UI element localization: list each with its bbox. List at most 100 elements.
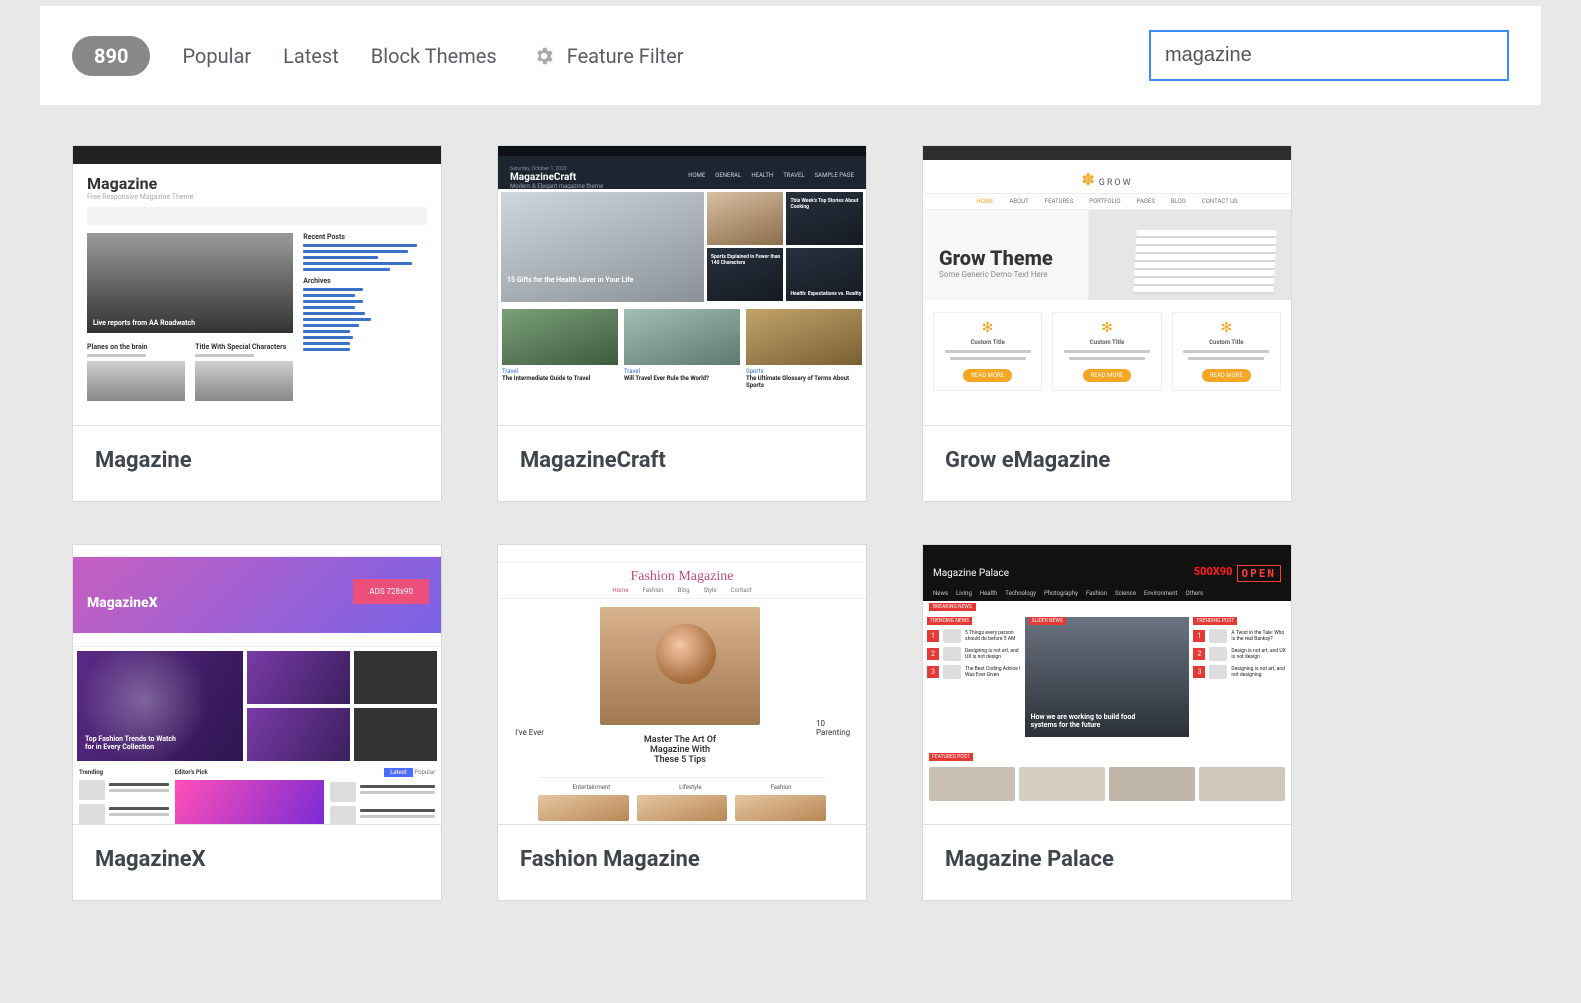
preview-hero-title: How we are working to build food systems…: [1031, 713, 1146, 729]
preview-sidebar-heading: Recent Posts: [303, 233, 427, 241]
preview-sidebar-heading: Archives: [303, 277, 427, 285]
preview-side-caption: 10 Parenting: [812, 719, 866, 765]
preview-ad: 500X90 OPEN: [1194, 565, 1281, 582]
theme-name: Grow eMagazine: [923, 426, 1291, 501]
preview-category: Fashion: [770, 784, 791, 791]
preview-category: Entertainment: [572, 784, 610, 791]
preview-menu-item: Blog: [678, 587, 690, 594]
preview-post-title: Designing is not art, and not designing: [1231, 666, 1287, 678]
feature-filter-button[interactable]: Feature Filter: [567, 44, 684, 68]
tab-latest[interactable]: Latest: [283, 44, 339, 68]
preview-menu-item: CONTACT US: [1202, 198, 1238, 205]
preview-button: READ MORE: [1083, 369, 1132, 382]
theme-thumbnail: Fashion Magazine Home Fashion Blog Style…: [498, 545, 866, 825]
preview-menu-item: Photography: [1044, 590, 1078, 597]
preview-menu-item: Contact: [731, 587, 752, 594]
theme-name: Magazine: [73, 426, 441, 501]
preview-section-label: TRENDING NEWS: [927, 617, 972, 625]
theme-name: MagazineCraft: [498, 426, 866, 501]
preview-post-title: Design is not art, and UX is not design: [1231, 648, 1287, 660]
theme-thumbnail: Magazine Free Responsive Magazine Theme …: [73, 146, 441, 426]
preview-menu-item: FEATURES: [1045, 198, 1073, 205]
theme-name: MagazineX: [73, 825, 441, 900]
results-count-badge: 890: [72, 36, 150, 76]
preview-hero-caption: Live reports from AA Roadwatch: [93, 319, 195, 327]
theme-name: Fashion Magazine: [498, 825, 866, 900]
preview-section-label: Editor's Pick: [175, 769, 325, 776]
preview-menu-item: GENERAL: [715, 172, 741, 179]
preview-feature-title: Custom Title: [1059, 339, 1154, 346]
theme-card-magazine-palace[interactable]: Magazine Palace 500X90 OPEN News Living …: [922, 544, 1292, 901]
preview-menu-item: Fashion: [1086, 590, 1107, 597]
preview-feature-title: Custom Title: [940, 339, 1035, 346]
preview-menu-item: HOME: [688, 172, 705, 179]
preview-section-label: Trending: [79, 769, 169, 776]
preview-menu-item: Others: [1186, 590, 1204, 597]
preview-brand: Magazine Palace: [933, 568, 1009, 579]
theme-thumbnail: ✽ GROW HOME ABOUT FEATURES PORTFOLIO PAG…: [923, 146, 1291, 426]
theme-thumbnail: Magazine Palace 500X90 OPEN News Living …: [923, 545, 1291, 825]
gear-icon: [533, 45, 555, 67]
theme-card-magazinex[interactable]: MagazineX ADS 728x90 Top Fashion Trends …: [72, 544, 442, 901]
preview-menu-item: Science: [1115, 590, 1136, 597]
preview-ad-placeholder: ADS 728x90: [353, 579, 429, 604]
theme-name: Magazine Palace: [923, 825, 1291, 900]
theme-thumbnail: Saturday, October 1, 2022 MagazineCraft …: [498, 146, 866, 426]
theme-search-input[interactable]: [1149, 30, 1509, 81]
preview-site-tagline: Free Responsive Magazine Theme: [87, 193, 427, 201]
preview-menu-item: Health: [980, 590, 997, 597]
preview-menu-item: PAGES: [1137, 198, 1155, 205]
preview-post-title: The Ultimate Glossary of Terms About Spo…: [746, 375, 862, 389]
preview-menu-item: Technology: [1005, 590, 1036, 597]
preview-brand: GROW: [1099, 178, 1133, 188]
preview-post-title: Will Travel Ever Rule the World?: [624, 375, 740, 382]
theme-card-grow-emagazine[interactable]: ✽ GROW HOME ABOUT FEATURES PORTFOLIO PAG…: [922, 145, 1292, 502]
preview-menu-item: HOME: [976, 198, 993, 205]
preview-tile-caption: Health: Expectations vs. Reality: [790, 291, 861, 297]
preview-menu-item: PORTFOLIO: [1089, 198, 1120, 205]
preview-hero-title: 15 Gifts for the Health Lover in Your Li…: [507, 276, 633, 284]
preview-menu-item: Environment: [1144, 590, 1178, 597]
theme-card-fashion-magazine[interactable]: Fashion Magazine Home Fashion Blog Style…: [497, 544, 867, 901]
preview-category: Travel: [502, 368, 618, 375]
preview-side-caption: I've Ever: [498, 728, 548, 765]
theme-card-magazinecraft[interactable]: Saturday, October 1, 2022 MagazineCraft …: [497, 145, 867, 502]
preview-section-label: Latest: [384, 768, 413, 777]
preview-hero-subtitle: Some Generic Demo Text Here: [939, 270, 1053, 279]
preview-menu-item: Style: [704, 587, 717, 594]
theme-thumbnail: MagazineX ADS 728x90 Top Fashion Trends …: [73, 545, 441, 825]
tab-popular[interactable]: Popular: [182, 44, 251, 68]
preview-ticker-label: BREAKING NEWS: [929, 603, 976, 611]
preview-hero-title: Master The Art Of Magazine With These 5 …: [638, 735, 722, 765]
preview-post-title: The Best Coding Advice I Was Ever Given: [965, 666, 1021, 678]
preview-post-title: A Twist in the Tale: Who is the real Ban…: [1231, 630, 1287, 642]
preview-button: READ MORE: [963, 369, 1012, 382]
preview-brand: Fashion Magazine: [498, 563, 866, 587]
preview-category: Travel: [624, 368, 740, 375]
preview-button: READ MORE: [1202, 369, 1251, 382]
preview-post-title: Planes on the brain: [87, 343, 185, 351]
preview-hero-title: Grow Theme: [939, 246, 1053, 270]
preview-menu-item: TRAVEL: [783, 172, 804, 179]
theme-filter-bar: 890 Popular Latest Block Themes Feature …: [40, 6, 1541, 105]
preview-post-title: Designing is not art, and UX is not desi…: [965, 648, 1021, 660]
preview-section-label: SLIDER NEWS: [1029, 617, 1066, 625]
preview-tile-caption: This Week's Top Stories About Cooking: [790, 198, 863, 210]
preview-menu-item: ABOUT: [1009, 198, 1028, 205]
preview-category: Sports: [746, 368, 862, 375]
theme-grid: Magazine Free Responsive Magazine Theme …: [0, 105, 1581, 941]
preview-menu-item: SAMPLE PAGE: [815, 172, 854, 179]
preview-menu-item: Home: [612, 587, 628, 594]
preview-menu-item: Living: [956, 590, 972, 597]
preview-section-label: FEATURED POST: [929, 753, 973, 761]
preview-menu-item: Fashion: [643, 587, 664, 594]
preview-menu-item: News: [933, 590, 948, 597]
preview-site-title: Magazine: [87, 174, 427, 193]
preview-section-label: TRENDING POST: [1193, 617, 1237, 625]
preview-post-title: 5 Things every person should do before 5…: [965, 630, 1021, 642]
theme-card-magazine[interactable]: Magazine Free Responsive Magazine Theme …: [72, 145, 442, 502]
preview-menu-item: HEALTH: [751, 172, 773, 179]
tab-block-themes[interactable]: Block Themes: [371, 44, 497, 68]
preview-hero-title: Top Fashion Trends to Watch for in Every…: [85, 735, 184, 751]
preview-post-title: The Intermediate Guide to Travel: [502, 375, 618, 382]
